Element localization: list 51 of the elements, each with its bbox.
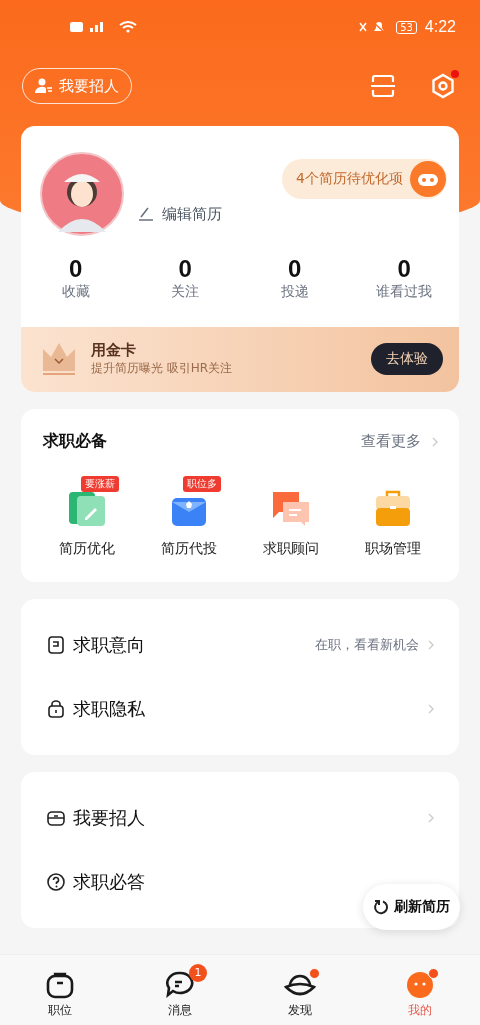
see-more-link[interactable]: 查看更多 — [361, 432, 439, 451]
stat-count[interactable]: 0 — [397, 255, 411, 283]
settings-icon[interactable] — [430, 73, 456, 99]
tool-label[interactable]: 简历代投 — [161, 540, 217, 558]
help-icon — [47, 873, 65, 891]
tab-item[interactable]: 1 消息 — [140, 961, 220, 1019]
person-switch-icon — [35, 78, 53, 94]
edit-resume-link[interactable]: 编辑简历 — [138, 204, 222, 224]
tool-label[interactable]: 职场管理 — [365, 540, 421, 558]
status-time: 4:22 — [424, 18, 456, 36]
pen-icon — [138, 207, 154, 221]
stat-count[interactable]: 0 — [288, 255, 302, 283]
tool-label[interactable]: 求职顾问 — [263, 540, 319, 558]
chevron-icon — [427, 812, 435, 824]
menu-item[interactable]: 求职必答 — [47, 850, 145, 914]
tag-badge: 要涨薪 — [81, 476, 119, 492]
membership-subtitle: 提升简历曝光 吸引HR关注 — [91, 360, 234, 377]
refresh-resume-button[interactable]: 刷新简历 — [363, 884, 460, 930]
briefcase-icon[interactable] — [373, 488, 413, 528]
membership-banner[interactable]: 用金卡 提升简历曝光 吸引HR关注 去体验 — [21, 327, 459, 392]
tool-label[interactable]: 简历优化 — [59, 540, 115, 558]
menu-item[interactable]: 求职意向 在职，看看新机会 — [21, 613, 459, 677]
section-title: 求职必备 — [41, 431, 107, 452]
chevron-icon — [431, 435, 439, 448]
unread-count-badge: 1 — [189, 963, 207, 982]
face-icon — [405, 969, 435, 1000]
avatar-drawing[interactable] — [40, 152, 124, 236]
stat-label[interactable]: 谁看过我 — [376, 283, 433, 301]
scan-icon[interactable] — [370, 74, 396, 98]
refresh-icon — [373, 899, 389, 915]
membership-title: 用金卡 — [91, 341, 137, 360]
mascot-icon — [409, 160, 447, 198]
stat-label[interactable]: 投递 — [280, 283, 309, 301]
stat-label[interactable]: 关注 — [171, 283, 200, 301]
tab-item[interactable]: 发现 — [260, 961, 340, 1019]
battery-level: 53 — [396, 20, 417, 34]
optimize-tip-pill[interactable]: 4个简历待优化项 — [282, 159, 447, 199]
menu-item[interactable]: 我要招人 — [21, 786, 459, 850]
chat-icon — [165, 969, 195, 1000]
stat-count[interactable]: 0 — [69, 255, 83, 283]
document-icon — [47, 636, 65, 654]
stat-label[interactable]: 收藏 — [61, 283, 90, 301]
lock-icon — [47, 700, 65, 718]
tab-item[interactable]: 职位 — [20, 961, 100, 1019]
try-button[interactable]: 去体验 — [371, 343, 443, 375]
tag-badge: 职位多 — [183, 476, 221, 492]
chevron-icon — [427, 703, 435, 715]
menu-item[interactable]: 求职隐私 — [21, 677, 459, 741]
briefcase-icon — [47, 809, 65, 827]
stat-count[interactable]: 0 — [178, 255, 192, 283]
chevron-icon — [427, 639, 435, 651]
